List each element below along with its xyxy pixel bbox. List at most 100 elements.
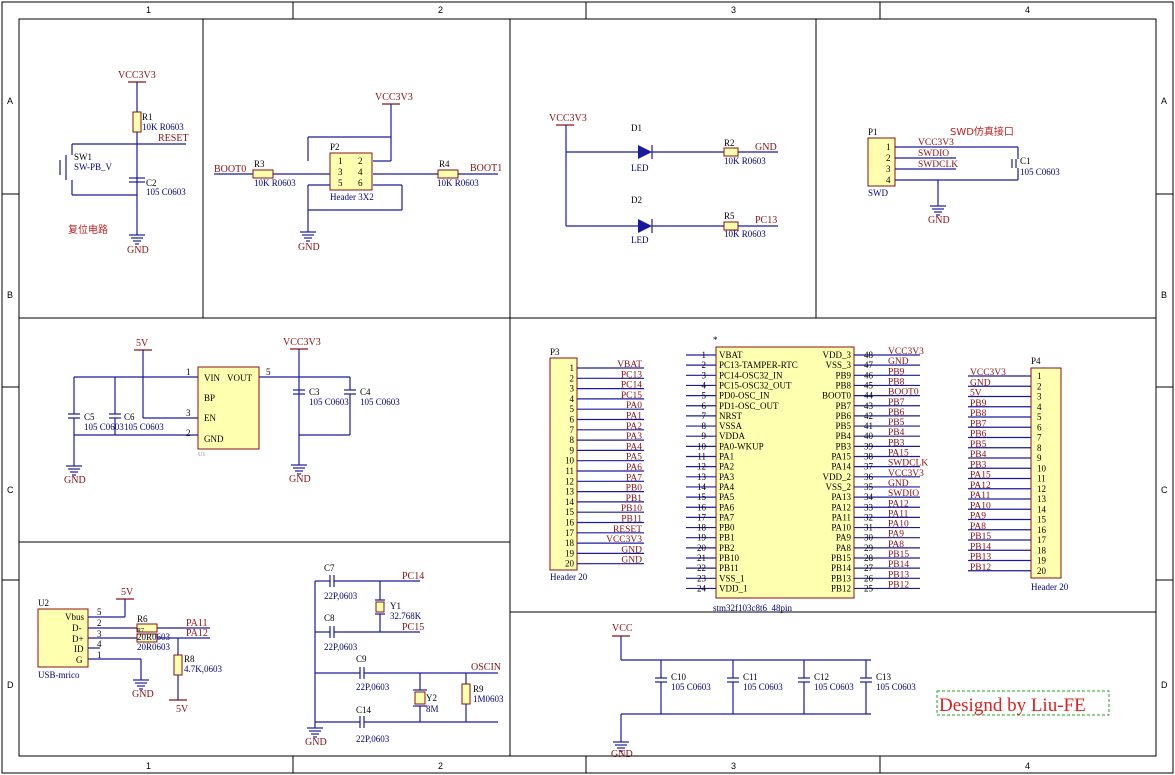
mcu-right-net-14: GND: [888, 479, 909, 489]
mcu-left-pin-14: PA4: [719, 482, 735, 492]
r7-designator: R7: [137, 628, 144, 634]
p3-net-14: PB1: [626, 494, 643, 504]
p4-pin-9: 9: [1037, 453, 1042, 463]
p4-pin-4: 4: [1037, 402, 1042, 412]
usb-5v-label: 5V: [121, 587, 134, 598]
mcu-left-num-18: 18: [697, 523, 707, 533]
ldo-ground-right: [291, 464, 307, 475]
p1-header: [867, 137, 896, 187]
mcu-right-net-18: PA10: [888, 520, 909, 530]
mcu-right-num-8: 41: [864, 421, 873, 431]
p4-header: [1030, 367, 1062, 579]
r5-designator: R5: [724, 211, 735, 221]
decap-vcc-label: VCC: [612, 623, 633, 634]
svg-text:*: *: [713, 335, 718, 345]
svg-text:5: 5: [266, 367, 271, 377]
c11-designator: C11: [743, 672, 758, 682]
swd-section-title: SWD仿真接口: [950, 125, 1014, 138]
mcu-left-num-22: 22: [697, 563, 706, 573]
p3-net-7: PA2: [626, 422, 642, 432]
p3-net-19: GND: [621, 545, 642, 555]
p4-pin-3: 3: [1037, 392, 1042, 402]
mcu-left-num-20: 20: [697, 543, 707, 553]
boot-ground-symbol: [300, 231, 316, 242]
svg-text:2: 2: [97, 618, 102, 628]
p4-designator: P4: [1031, 356, 1041, 366]
mcu-right-net-7: PB6: [888, 408, 905, 418]
mcu-left-num-12: 12: [697, 462, 706, 472]
c10-designator: C10: [671, 672, 687, 682]
boot0-label: BOOT0: [214, 164, 246, 175]
mcu-right-net-4: PB8: [888, 377, 905, 387]
p4-pin-8: 8: [1037, 443, 1042, 453]
svg-text:ID: ID: [74, 644, 84, 654]
usb-ground-symbol: [133, 679, 149, 690]
mcu-left-num-5: 5: [702, 391, 707, 401]
p3-pin-3: 3: [570, 384, 575, 394]
c10-value: 105 C0603: [671, 682, 711, 692]
mcu-right-net-12: SWDCLK: [888, 459, 928, 469]
mcu-right-net-20: PA8: [888, 540, 904, 550]
boot-gnd-label: GND: [298, 242, 320, 253]
c12-designator: C12: [814, 672, 829, 682]
c6-value: 105 C0603: [124, 422, 164, 432]
svg-text:2: 2: [886, 153, 891, 163]
zone-col-1-top: 1: [146, 5, 151, 15]
r7-value: 20R0603: [137, 642, 171, 652]
mcu-left-num-13: 13: [697, 472, 707, 482]
c7-value: 22P,0603: [324, 591, 358, 601]
p3-pin-15: 15: [565, 507, 575, 517]
mcu-left-pin-7: NRST: [719, 411, 743, 421]
p3-net-10: PA5: [626, 453, 642, 463]
mcu-right-pin-2: VSS_3: [825, 360, 851, 370]
c3-designator: C3: [309, 387, 320, 397]
mcu-right-pin-17: PA11: [832, 512, 851, 522]
mcu-right-pin-16: PA12: [831, 502, 851, 512]
zone-row-d-left: D: [7, 680, 14, 690]
r9-designator: R9: [473, 684, 484, 694]
mcu-right-pin-1: VDD_3: [823, 350, 852, 360]
p4-net-7: PB6: [970, 430, 987, 440]
mcu-left-num-14: 14: [697, 482, 707, 492]
mcu-right-pin-5: BOOT0: [822, 391, 851, 401]
r8-resistor: [173, 654, 183, 676]
r3-resistor: [252, 169, 274, 179]
c8-value: 22P,0603: [324, 642, 358, 652]
mcu-left-num-19: 19: [697, 533, 707, 543]
p4-net-8: PB5: [970, 440, 987, 450]
r9-value: 1M0603: [473, 694, 504, 704]
svg-text:D-: D-: [72, 623, 82, 633]
c7-designator: C7: [324, 563, 335, 573]
mcu-left-pin-5: PD0-OSC_IN: [719, 391, 770, 401]
mcu-right-net-9: PB4: [888, 428, 905, 438]
p4-pin-7: 7: [1037, 433, 1042, 443]
r2-resistor: [723, 147, 739, 157]
mcu-right-pin-18: PA10: [831, 523, 851, 533]
svg-text:BP: BP: [204, 393, 215, 403]
mcu-right-num-17: 32: [864, 512, 873, 522]
p3-net-8: PA3: [626, 432, 642, 442]
c1-designator: C1: [1020, 156, 1031, 166]
p4-net-5: PB8: [970, 409, 987, 419]
mcu-right-num-6: 43: [864, 401, 874, 411]
p3-pin-13: 13: [565, 487, 575, 497]
r5-value: 10K R0603: [724, 229, 766, 239]
swd-swdio-net: SWDIO: [918, 149, 949, 159]
schematic-sheet: 1 2 3 4 1 2 3 4 A B C D A B C D VCC3V3 R…: [1, 1, 1174, 774]
svg-text:1: 1: [186, 367, 191, 377]
p3-net-2: PC13: [621, 370, 642, 380]
d2-value: LED: [631, 235, 649, 245]
mcu-left-pin-13: PA3: [719, 472, 735, 482]
p3-designator: P3: [550, 347, 560, 357]
mcu-left-pin-4: PC15-OSC32_OUT: [719, 380, 792, 390]
mcu-left-pin-22: PB11: [719, 563, 739, 573]
p4-pin-5: 5: [1037, 412, 1042, 422]
c2-value: 105 C0603: [146, 187, 186, 197]
xtal-pc14-net: PC14: [402, 571, 424, 582]
p4-net-19: PB13: [970, 553, 991, 563]
reset-vcc-label: VCC3V3: [118, 70, 156, 81]
mcu-right-net-24: PB12: [888, 580, 909, 590]
mcu-right-num-3: 46: [864, 370, 874, 380]
svg-text:VOUT: VOUT: [227, 373, 252, 383]
usb-5v-bottom-label: 5V: [176, 704, 189, 715]
